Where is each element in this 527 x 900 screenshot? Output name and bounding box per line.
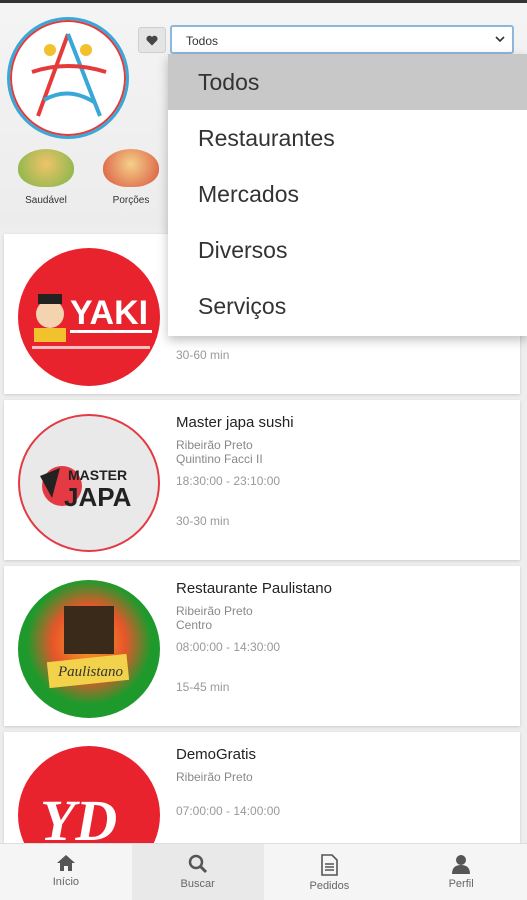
home-icon	[56, 855, 75, 871]
category-saudavel[interactable]: Saudável	[16, 149, 76, 206]
restaurant-card[interactable]: Paulistano Restaurante Paulistano Ribeir…	[4, 566, 520, 726]
restaurant-card[interactable]: MASTER JAPA Master japa sushi Ribeirão P…	[4, 400, 520, 560]
logo-mark-icon	[31, 33, 107, 117]
restaurant-neighborhood: Quintino Facci II	[176, 452, 263, 466]
restaurant-name: DemoGratis	[176, 746, 257, 763]
restaurant-eta: 15-45 min	[176, 680, 230, 694]
app-logo[interactable]	[7, 17, 129, 139]
restaurant-logo-text: YAKI	[70, 294, 148, 332]
heart-icon	[146, 35, 158, 45]
category-image	[18, 149, 74, 187]
chevron-down-icon	[495, 36, 505, 43]
svg-text:JAPA: JAPA	[64, 482, 132, 512]
nav-label: Buscar	[180, 878, 215, 890]
restaurant-logo: MASTER JAPA	[18, 414, 160, 552]
dropdown-option-mercados[interactable]: Mercados	[168, 166, 527, 222]
restaurant-hours: 08:00:00 - 14:30:00	[176, 640, 281, 654]
bottom-navigation: Início Buscar Pedidos Perfil	[0, 843, 527, 900]
dropdown-option-servicos[interactable]: Serviços	[168, 278, 527, 334]
restaurant-city: Ribeirão Preto	[176, 604, 253, 618]
user-icon	[452, 855, 471, 874]
restaurant-name: Master japa sushi	[176, 414, 294, 431]
restaurant-logo: Paulistano	[18, 580, 160, 718]
category-dropdown-menu: Todos Restaurantes Mercados Diversos Ser…	[168, 54, 527, 336]
restaurant-eta: 30-60 min	[176, 348, 230, 362]
svg-text:MASTER: MASTER	[68, 467, 127, 483]
search-icon	[188, 854, 207, 874]
favorites-button[interactable]	[138, 27, 166, 53]
restaurant-neighborhood: Centro	[176, 618, 213, 632]
category-label: Saudável	[25, 195, 67, 206]
nav-label: Perfil	[448, 878, 474, 890]
category-label: Porções	[112, 195, 150, 206]
category-image	[103, 149, 159, 187]
category-filter-value: Todos	[186, 34, 219, 48]
nav-perfil[interactable]: Perfil	[395, 844, 527, 900]
restaurant-name: Restaurante Paulistano	[176, 580, 332, 597]
nav-label: Início	[52, 876, 80, 888]
document-icon	[321, 854, 339, 876]
dropdown-option-restaurantes[interactable]: Restaurantes	[168, 110, 527, 166]
nav-label: Pedidos	[309, 880, 350, 892]
dropdown-option-todos[interactable]: Todos	[168, 54, 527, 110]
restaurant-city: Ribeirão Preto	[176, 438, 253, 452]
restaurant-city: Ribeirão Preto	[176, 770, 253, 784]
category-filter-select[interactable]: Todos	[170, 25, 514, 54]
dropdown-option-diversos[interactable]: Diversos	[168, 222, 527, 278]
restaurant-eta: 30-30 min	[176, 514, 230, 528]
svg-text:Paulistano: Paulistano	[57, 664, 124, 680]
nav-inicio[interactable]: Início	[0, 844, 132, 900]
category-porcoes[interactable]: Porções	[101, 149, 161, 206]
restaurant-hours: 18:30:00 - 23:10:00	[176, 474, 281, 488]
restaurant-hours: 07:00:00 - 14:00:00	[176, 804, 281, 818]
nav-pedidos[interactable]: Pedidos	[264, 844, 396, 900]
nav-buscar[interactable]: Buscar	[131, 844, 264, 900]
restaurant-logo: YAKI	[18, 248, 160, 386]
